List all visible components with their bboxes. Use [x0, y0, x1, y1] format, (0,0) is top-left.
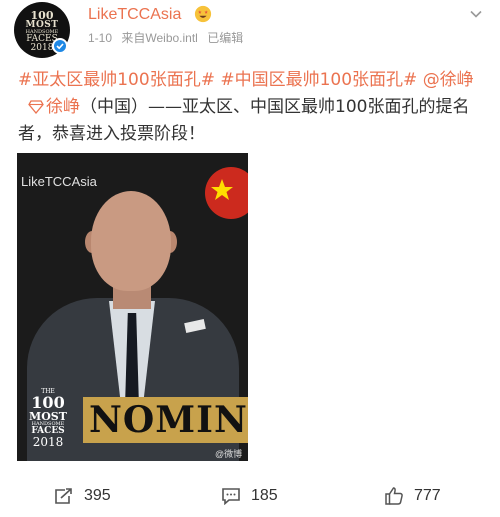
- post-body: （中国）——亚太区、中国区最帅100张面孔的提名者，恭喜进入投票阶段！: [18, 97, 470, 144]
- username-link[interactable]: LikeTCCAsia: [88, 6, 181, 24]
- comment-count: 185: [251, 487, 278, 504]
- verified-check-icon: [52, 38, 68, 54]
- post-meta: 1-10 来自Weibo.intl 已编辑: [88, 29, 249, 46]
- comment-icon: [222, 488, 240, 505]
- post-source: 来自Weibo.intl: [121, 31, 198, 45]
- repost-button[interactable]: 395: [54, 484, 111, 508]
- most-handsome-badge: THE 100 MOST HANDSOME FACES 2018: [29, 388, 67, 449]
- mention-link[interactable]: @徐峥: [423, 70, 474, 90]
- star-struck-face-icon: [194, 5, 212, 23]
- like-button[interactable]: 777: [384, 484, 441, 508]
- action-bar: 395 185 777: [0, 478, 500, 514]
- post-text: #亚太区最帅100张面孔# #中国区最帅100张面孔# @徐峥徐峥（中国）——亚…: [18, 67, 488, 148]
- image-watermark: LikeTCCAsia: [21, 174, 97, 189]
- repost-icon: [55, 488, 72, 504]
- nominee-banner: NOMINE: [83, 397, 248, 443]
- post-image[interactable]: LikeTCCAsia THE 100 MOST HANDSOME FACES …: [17, 153, 248, 461]
- post-date: 1-10: [88, 31, 113, 45]
- hashtag-link[interactable]: #中国区最帅100张面孔#: [220, 70, 417, 90]
- repost-count: 395: [84, 487, 111, 504]
- like-count: 777: [414, 487, 441, 504]
- portrait-head: [91, 191, 171, 291]
- comment-button[interactable]: 185: [221, 484, 278, 508]
- diamond-link-icon: [28, 100, 44, 114]
- post-edited: 已编辑: [207, 31, 244, 45]
- thumbs-up-icon: [385, 487, 403, 505]
- image-credit: @微博 @Li...: [215, 449, 243, 461]
- chevron-down-icon[interactable]: [468, 6, 484, 22]
- post-header: 100 MOST HANDSOME FACES 2018 LikeTCCAsia…: [0, 0, 500, 60]
- china-flag: [205, 167, 248, 219]
- person-link[interactable]: 徐峥: [46, 97, 80, 117]
- hashtag-link[interactable]: #亚太区最帅100张面孔#: [18, 70, 215, 90]
